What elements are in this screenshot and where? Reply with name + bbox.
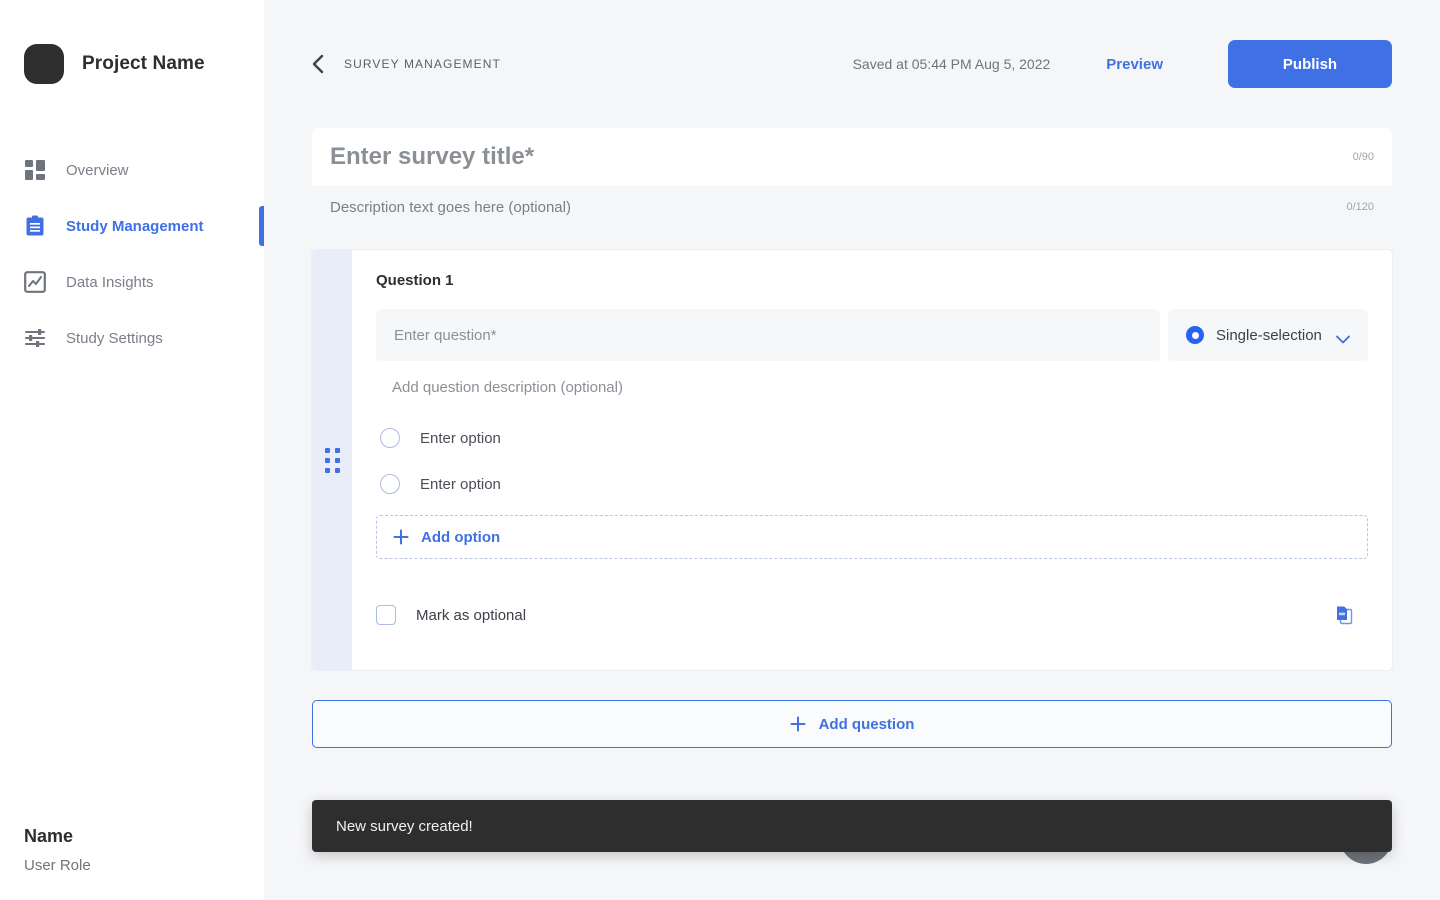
dashboard-icon xyxy=(24,159,46,181)
question-card: Question 1 Single-selection xyxy=(312,250,1392,670)
radio-filled-icon xyxy=(1186,326,1204,344)
sidebar-item-study-management[interactable]: Study Management xyxy=(0,198,264,254)
survey-description-input[interactable] xyxy=(330,198,1347,216)
add-option-button[interactable]: Add option xyxy=(376,515,1368,559)
user-role: User Role xyxy=(24,857,91,874)
sidebar-item-study-settings[interactable]: Study Settings xyxy=(0,310,264,366)
sidebar-item-overview[interactable]: Overview xyxy=(0,142,264,198)
mark-as-optional-label: Mark as optional xyxy=(416,606,527,624)
chart-icon xyxy=(24,271,46,293)
user-name: Name xyxy=(24,826,74,846)
publish-button[interactable]: Publish xyxy=(1228,40,1392,88)
survey-title-card: 0/90 xyxy=(312,128,1392,186)
toast-message: New survey created! xyxy=(336,817,473,835)
squircle-logo-icon xyxy=(24,44,64,84)
sidebar-user-footer: Name User Role xyxy=(24,826,91,874)
question-text-input[interactable] xyxy=(376,309,1160,361)
plus-icon xyxy=(393,529,409,545)
survey-description-row: 0/120 xyxy=(312,186,1392,228)
question-heading: Question 1 xyxy=(376,272,454,289)
option-input[interactable] xyxy=(420,429,1368,447)
survey-editor: 0/90 0/120 Question 1 xyxy=(264,128,1440,748)
duplicate-question-button[interactable] xyxy=(1330,601,1358,629)
brand: Project Name xyxy=(0,0,264,84)
clipboard-icon xyxy=(24,215,46,237)
topbar: SURVEY MANAGEMENT Saved at 05:44 PM Aug … xyxy=(264,0,1440,128)
question-drag-handle[interactable] xyxy=(312,250,352,670)
toast-notification: New survey created! xyxy=(312,800,1392,852)
question-footer: Mark as optional xyxy=(376,601,1368,655)
add-question-button[interactable]: Add question xyxy=(312,700,1392,748)
add-question-label: Add question xyxy=(818,715,915,733)
question-type-dropdown[interactable]: Single-selection xyxy=(1168,309,1368,361)
option-row xyxy=(376,461,1368,507)
drag-handle-icon xyxy=(324,447,340,473)
app-root: Project Name Overview Study Management D… xyxy=(0,0,1440,900)
survey-description-counter: 0/120 xyxy=(1346,201,1374,213)
chevron-down-icon xyxy=(1336,331,1350,343)
plus-icon xyxy=(790,716,806,732)
survey-title-counter: 0/90 xyxy=(1352,151,1374,163)
sidebar-item-label: Data Insights xyxy=(66,273,154,291)
question-input-row: Single-selection xyxy=(376,309,1368,361)
duplicate-icon xyxy=(1334,605,1354,625)
sidebar-item-label: Study Settings xyxy=(66,329,163,347)
saved-status: Saved at 05:44 PM Aug 5, 2022 xyxy=(852,56,1051,72)
sidebar-item-label: Overview xyxy=(66,161,129,179)
option-input[interactable] xyxy=(420,475,1368,493)
sidebar-item-label: Study Management xyxy=(66,217,204,235)
back-to-survey-management[interactable]: SURVEY MANAGEMENT xyxy=(312,54,501,74)
brand-name: Project Name xyxy=(82,53,205,74)
add-option-label: Add option xyxy=(421,528,501,546)
sidebar-item-data-insights[interactable]: Data Insights xyxy=(0,254,264,310)
survey-title-input[interactable] xyxy=(330,143,1353,171)
preview-button[interactable]: Preview xyxy=(1106,56,1163,73)
option-row xyxy=(376,415,1368,461)
mark-as-optional-checkbox[interactable] xyxy=(376,605,396,625)
breadcrumb: SURVEY MANAGEMENT xyxy=(344,57,501,71)
topbar-actions: Saved at 05:44 PM Aug 5, 2022 Preview Pu… xyxy=(853,40,1392,88)
question-body: Question 1 Single-selection xyxy=(352,250,1392,670)
sidebar: Project Name Overview Study Management D… xyxy=(0,0,264,900)
chevron-left-icon xyxy=(312,54,324,74)
sidebar-nav: Overview Study Management Data Insights … xyxy=(0,142,264,366)
question-type-label: Single-selection xyxy=(1216,326,1322,344)
sliders-icon xyxy=(24,327,46,349)
radio-empty-icon[interactable] xyxy=(380,474,400,494)
radio-empty-icon[interactable] xyxy=(380,428,400,448)
main-content: SURVEY MANAGEMENT Saved at 05:44 PM Aug … xyxy=(264,0,1440,900)
question-options-list: Add option xyxy=(376,415,1368,559)
question-description-input[interactable] xyxy=(392,379,792,396)
